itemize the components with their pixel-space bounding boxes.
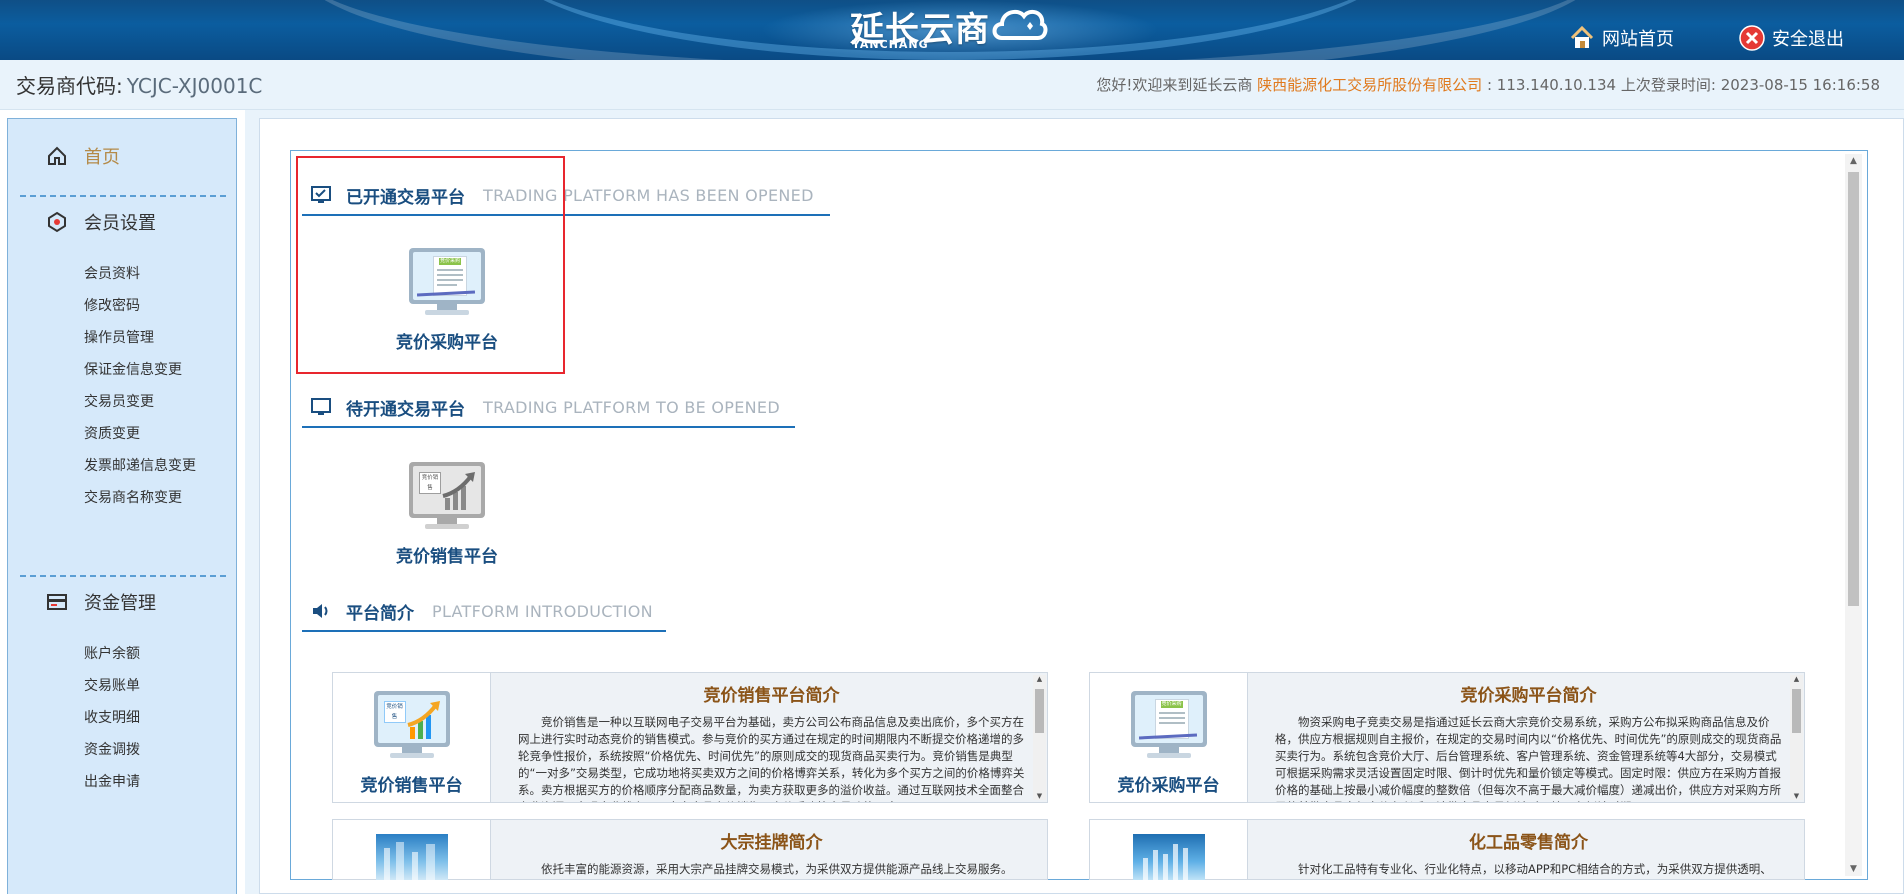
scroll-thumb[interactable] — [1792, 689, 1801, 733]
sidebar-item-withdrawal-request[interactable]: 出金申请 — [84, 771, 140, 791]
sidebar-item-account-balance[interactable]: 账户余额 — [84, 643, 140, 663]
monitor-chart-icon: 竞价销售 — [407, 458, 487, 532]
monitor-document-icon: 竞价采购 — [1129, 687, 1209, 763]
intro-card-text: 针对化工品特有专业化、行业化特点，以移动APP和PC相结合的方式，为采供双方提供… — [1298, 862, 1772, 876]
scroll-up-arrow[interactable]: ▲ — [1790, 675, 1803, 683]
intro-card-title: 大宗挂牌简介 — [720, 833, 823, 853]
site-home-label: 网站首页 — [1602, 29, 1674, 50]
sidebar: 首页 会员设置 会员资料 修改密码 操作员管理 保证金信息变更 交易员变更 资质… — [7, 118, 237, 894]
intro-card-scrollbar[interactable]: ▲ ▼ — [1790, 675, 1803, 800]
home-icon — [1568, 24, 1596, 52]
section-title-en: TRADING PLATFORM TO BE OPENED — [483, 397, 780, 417]
cloud-icon — [992, 9, 1048, 40]
scroll-thumb[interactable] — [1035, 689, 1044, 733]
intro-card-chemical-retail: 化工品零售简介 针对化工品特有专业化、行业化特点，以移动APP和PC相结合的方式… — [1089, 819, 1805, 880]
trader-code-display: 交易商代码: YCJC-XJ0001C — [16, 70, 262, 99]
intro-card-body: 大宗挂牌简介 依托丰富的能源资源，采用大宗产品挂牌交易模式，为采供双方提供能源产… — [492, 820, 1047, 879]
wallet-icon — [46, 591, 68, 613]
main-scrollbar[interactable]: ▲ ▼ — [1845, 154, 1862, 876]
last-login-time: 2023-08-15 16:16:58 — [1720, 76, 1880, 94]
intro-card-thumb[interactable]: 竞价采购 竞价采购平台 — [1090, 673, 1248, 802]
section-title-cn: 平台简介 — [346, 603, 414, 624]
intro-card-thumb[interactable]: 竞价销售 竞价销售平台 — [333, 673, 491, 802]
intro-card-text: 依托丰富的能源资源，采用大宗产品挂牌交易模式，为采供双方提供能源产品线上交易服务… — [541, 862, 1013, 876]
welcome-prefix: 您好!欢迎来到延长云商 — [1096, 76, 1253, 94]
intro-card-bidding-procurement: 竞价采购 竞价采购平台 竞价采购平台简介 物资采购电子竞卖交易是指通过延长云商大… — [1089, 672, 1805, 803]
sidebar-item-trader-name-change[interactable]: 交易商名称变更 — [84, 487, 182, 507]
chart-image-thumb — [1132, 834, 1205, 880]
logout-label: 安全退出 — [1772, 29, 1844, 50]
intro-card-title: 竞价销售平台简介 — [703, 686, 840, 706]
intro-card-title: 竞价采购平台简介 — [1460, 686, 1597, 706]
intro-card-body: 竞价销售平台简介 竞价销售是一种以互联网电子交易平台为基础，卖方公司公布商品信息… — [492, 673, 1047, 802]
highlight-annotation-box — [296, 156, 565, 374]
sidebar-item-trader-change[interactable]: 交易员变更 — [84, 391, 154, 411]
intro-card-text: 物资采购电子竞卖交易是指通过延长云商大宗竞价交易系统，采购方公布拟采购商品信息及… — [1275, 715, 1782, 802]
sidebar-section-member-settings[interactable]: 会员设置 — [8, 207, 236, 237]
sidebar-item-operator-management[interactable]: 操作员管理 — [84, 327, 154, 347]
sidebar-section-label: 资金管理 — [84, 593, 156, 614]
sidebar-divider — [20, 575, 226, 577]
logo-subtext: YANCHANG — [852, 38, 929, 51]
sidebar-section-label: 会员设置 — [84, 213, 156, 234]
sidebar-item-fund-transfer[interactable]: 资金调拨 — [84, 739, 140, 759]
scroll-down-arrow[interactable]: ▼ — [1845, 862, 1862, 876]
sidebar-section-fund-management[interactable]: 资金管理 — [8, 587, 236, 617]
sidebar-item-income-expense-detail[interactable]: 收支明细 — [84, 707, 140, 727]
platform-bidding-sales[interactable]: 竞价销售 竞价销售平台 — [372, 458, 522, 567]
section-title-to-be-opened: 待开通交易平台 TRADING PLATFORM TO BE OPENED — [302, 388, 795, 428]
ip-address: : 113.140.10.134 — [1486, 76, 1617, 94]
sidebar-item-home[interactable]: 首页 — [8, 141, 236, 171]
logout-link[interactable]: 安全退出 — [1738, 24, 1844, 52]
sidebar-item-deposit-info-change[interactable]: 保证金信息变更 — [84, 359, 182, 379]
top-header: 延长云商 YANCHANG 网站首页 安全退出 — [0, 0, 1904, 60]
scroll-thumb[interactable] — [1848, 172, 1859, 606]
intro-card-bulk-listing: 大宗挂牌简介 依托丰富的能源资源，采用大宗产品挂牌交易模式，为采供双方提供能源产… — [332, 819, 1048, 880]
sidebar-item-qualification-change[interactable]: 资质变更 — [84, 423, 140, 443]
sidebar-item-member-info[interactable]: 会员资料 — [84, 263, 140, 283]
info-bar: 交易商代码: YCJC-XJ0001C 您好!欢迎来到延长云商 陕西能源化工交易所… — [0, 60, 1904, 110]
site-home-link[interactable]: 网站首页 — [1568, 24, 1674, 52]
sidebar-divider — [20, 195, 226, 197]
welcome-text: 您好!欢迎来到延长云商 陕西能源化工交易所股份有限公司 : 113.140.10… — [1096, 74, 1880, 95]
intro-card-body: 竞价采购平台简介 物资采购电子竞卖交易是指通过延长云商大宗竞价交易系统，采购方公… — [1249, 673, 1804, 802]
intro-card-scrollbar[interactable]: ▲ ▼ — [1033, 675, 1046, 800]
section-title-cn: 待开通交易平台 — [346, 399, 465, 420]
target-icon — [46, 211, 68, 233]
intro-card-title: 化工品零售简介 — [1469, 833, 1588, 853]
last-login-label: 上次登录时间: — [1620, 76, 1716, 94]
company-name: 陕西能源化工交易所股份有限公司 — [1257, 76, 1483, 94]
scroll-down-arrow[interactable]: ▼ — [1033, 792, 1046, 800]
sidebar-item-transaction-bill[interactable]: 交易账单 — [84, 675, 140, 695]
scroll-up-arrow[interactable]: ▲ — [1845, 154, 1862, 168]
section-title-intro: 平台简介 PLATFORM INTRODUCTION — [302, 592, 666, 632]
sidebar-item-label: 首页 — [84, 147, 120, 168]
trader-code-label: 交易商代码: — [16, 74, 123, 98]
close-icon — [1738, 24, 1766, 52]
sidebar-item-change-password[interactable]: 修改密码 — [84, 295, 140, 315]
scroll-up-arrow[interactable]: ▲ — [1033, 675, 1046, 683]
intro-card-thumb[interactable] — [1090, 820, 1248, 880]
site-logo[interactable]: 延长云商 YANCHANG — [850, 0, 1050, 58]
scroll-down-arrow[interactable]: ▼ — [1790, 792, 1803, 800]
intro-card-thumb[interactable] — [333, 820, 491, 880]
city-image-thumb — [375, 834, 448, 880]
platform-name: 竞价销售平台 — [396, 547, 498, 567]
intro-card-caption: 竞价采购平台 — [1117, 776, 1220, 796]
intro-card-body: 化工品零售简介 针对化工品特有专业化、行业化特点，以移动APP和PC相结合的方式… — [1249, 820, 1804, 879]
monitor-icon — [310, 396, 332, 418]
intro-card-text: 竞价销售是一种以互联网电子交易平台为基础，卖方公司公布商品信息及卖出底价，多个买… — [518, 715, 1025, 802]
trader-code-value: YCJC-XJ0001C — [126, 74, 263, 98]
home-icon — [46, 145, 68, 167]
intro-card-bidding-sales: 竞价销售 竞价销售平台 竞价销售平台简介 竞价销售是一种以互联网电子交易平台为基… — [332, 672, 1048, 803]
sidebar-item-invoice-mail-change[interactable]: 发票邮递信息变更 — [84, 455, 196, 475]
section-title-en: PLATFORM INTRODUCTION — [432, 601, 653, 621]
speaker-icon — [310, 600, 332, 622]
intro-card-caption: 竞价销售平台 — [360, 776, 463, 796]
monitor-chart-icon: 竞价销售 — [372, 687, 452, 763]
